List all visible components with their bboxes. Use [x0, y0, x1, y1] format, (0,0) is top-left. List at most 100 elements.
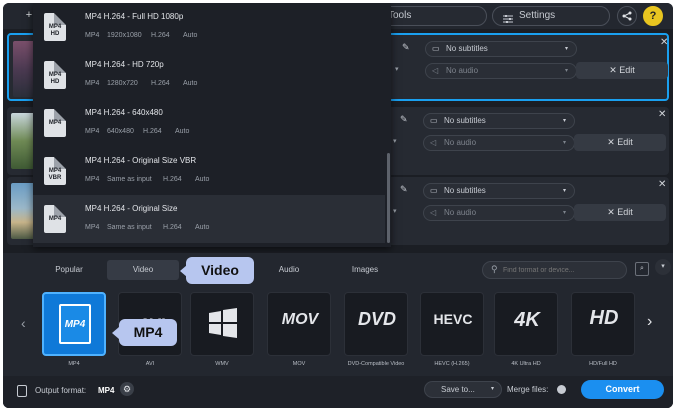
- merge-files-toggle[interactable]: [557, 385, 566, 394]
- help-icon[interactable]: ?: [643, 6, 663, 26]
- edit-button[interactable]: ✕ Edit: [574, 134, 666, 151]
- share-icon[interactable]: [617, 6, 637, 26]
- speech-bubble-icon: ▭: [430, 186, 438, 195]
- preset-bitrate: Auto: [195, 176, 210, 183]
- settings-button[interactable]: Settings: [492, 6, 610, 26]
- subtitles-select[interactable]: ▭ No subtitles ▾: [423, 183, 575, 199]
- format-logo: HEVC: [433, 311, 473, 327]
- subtitles-select[interactable]: ▭ No subtitles ▾: [425, 41, 577, 57]
- dropdown-scrollbar[interactable]: [387, 153, 390, 243]
- audio-value: No audio: [444, 138, 477, 147]
- mp4-file-icon: MP4 VBR: [44, 157, 66, 185]
- app-window: + Tools Settings ? ✎ ▭ No subtitles ▾ ◁ …: [3, 3, 673, 408]
- chevron-down-icon[interactable]: ▾: [393, 207, 397, 215]
- callout-mp4: MP4: [119, 319, 177, 346]
- preset-name: MP4 H.264 - HD 720p: [85, 60, 164, 69]
- footer-bar: Output format: MP4 ⚙ Save to... ▾ Merge …: [3, 376, 673, 408]
- callout-video: Video: [186, 257, 254, 284]
- format-logo: DVD: [357, 309, 396, 329]
- merge-files-label: Merge files:: [507, 385, 549, 394]
- tab-video[interactable]: Video: [107, 260, 179, 280]
- edit-label: Edit: [619, 65, 635, 75]
- save-to-label: Save to...: [441, 385, 475, 394]
- windows-logo-icon: [207, 307, 239, 339]
- chevron-down-icon: ▾: [562, 140, 566, 146]
- format-search-input[interactable]: [503, 264, 621, 276]
- format-tile-4k[interactable]: 4K: [494, 292, 558, 356]
- subtitles-value: No subtitles: [446, 44, 488, 53]
- format-logo: 4K: [514, 309, 540, 331]
- subtitles-value: No subtitles: [444, 116, 486, 125]
- remove-file-icon[interactable]: ✕: [658, 179, 666, 190]
- edit-label: Edit: [617, 207, 633, 217]
- gear-icon[interactable]: ⚙: [120, 382, 134, 396]
- preset-item[interactable]: MP4 VBR MP4 H.264 - Original Size VBR MP…: [33, 147, 385, 195]
- chevron-down-icon: ▾: [490, 386, 494, 392]
- sliders-icon: [503, 12, 513, 23]
- preset-name: MP4 H.264 - Original Size VBR: [85, 156, 197, 165]
- preset-resolution: Same as input: [107, 224, 152, 231]
- preset-item-selected[interactable]: MP4 MP4 H.264 - Original Size MP4 Same a…: [33, 195, 385, 243]
- format-tile-hevc[interactable]: HEVC: [420, 292, 484, 356]
- audio-select[interactable]: ◁ No audio ▾: [425, 63, 577, 79]
- format-logo: MP4: [64, 319, 86, 330]
- format-tile-mov[interactable]: MOV: [267, 292, 331, 356]
- speaker-icon: ◁: [430, 138, 437, 147]
- format-tile-wmv[interactable]: [190, 292, 254, 356]
- output-format-label: Output format:: [35, 386, 87, 395]
- preset-resolution: 1280x720: [107, 80, 138, 87]
- edit-button[interactable]: ✕ Edit: [576, 62, 668, 79]
- audio-value: No audio: [446, 66, 479, 75]
- preset-bitrate: Auto: [183, 80, 198, 87]
- mp4-file-icon: MP4 HD: [44, 61, 66, 89]
- format-tile-mp4[interactable]: MP4: [42, 292, 106, 356]
- settings-label: Settings: [519, 10, 556, 21]
- preset-item[interactable]: MP4 HD MP4 H.264 - HD 720p MP4 1280x720 …: [33, 51, 385, 99]
- tab-images[interactable]: Images: [329, 260, 401, 280]
- pencil-icon[interactable]: ✎: [400, 184, 408, 195]
- chevron-down-icon: ▾: [564, 68, 568, 74]
- speaker-icon: ◁: [430, 208, 437, 217]
- preset-bitrate: Auto: [195, 224, 210, 231]
- format-tile-dvd[interactable]: DVD: [344, 292, 408, 356]
- audio-select[interactable]: ◁ No audio ▾: [423, 205, 575, 221]
- output-file-icon: [17, 385, 27, 397]
- chevron-down-icon[interactable]: ▾: [393, 137, 397, 145]
- tab-popular[interactable]: Popular: [33, 260, 105, 280]
- preset-item[interactable]: MP4 HD MP4 H.264 - Full HD 1080p MP4 192…: [33, 3, 385, 51]
- remove-file-icon[interactable]: ✕: [658, 109, 666, 120]
- preset-codec: H.264: [163, 224, 182, 231]
- chevron-down-icon: ▾: [562, 188, 566, 194]
- format-search[interactable]: ⚲: [482, 261, 627, 279]
- preset-item[interactable]: MP4 MP4 H.264 - 640x480 MP4 640x480 H.26…: [33, 99, 385, 147]
- pencil-icon[interactable]: ✎: [400, 114, 408, 125]
- search-icon: ⚲: [491, 264, 498, 274]
- preset-container: MP4: [85, 176, 100, 183]
- edit-button[interactable]: ✕ Edit: [574, 204, 666, 221]
- preset-codec: H.264: [151, 32, 170, 39]
- device-detect-icon[interactable]: ⌕: [635, 262, 649, 276]
- scroll-right-icon[interactable]: ›: [647, 313, 652, 331]
- format-panel: Popular Video Audio Images ⚲ ⌕ ▾ ‹ › MP4…: [3, 253, 673, 408]
- preset-container: MP4: [85, 32, 100, 39]
- preset-codec: H.264: [163, 176, 182, 183]
- audio-select[interactable]: ◁ No audio ▾: [423, 135, 575, 151]
- callout-pointer: [180, 265, 187, 277]
- format-logo: HD: [589, 307, 619, 329]
- remove-file-icon[interactable]: ✕: [660, 37, 668, 48]
- format-tile-hd[interactable]: HD: [571, 292, 635, 356]
- edit-label: Edit: [617, 137, 633, 147]
- preset-container: MP4: [85, 80, 100, 87]
- save-to-button[interactable]: Save to... ▾: [424, 381, 502, 398]
- wrench-icon: ✕: [607, 207, 615, 217]
- subtitles-select[interactable]: ▭ No subtitles ▾: [423, 113, 575, 129]
- scroll-left-icon[interactable]: ‹: [21, 315, 26, 331]
- preset-resolution: 640x480: [107, 128, 134, 135]
- chevron-down-icon[interactable]: ▾: [395, 65, 399, 73]
- pencil-icon[interactable]: ✎: [402, 42, 410, 53]
- tab-audio[interactable]: Audio: [253, 260, 325, 280]
- chevron-down-icon: ▾: [562, 118, 566, 124]
- convert-button[interactable]: Convert: [581, 380, 664, 399]
- collapse-panel-icon[interactable]: ▾: [655, 259, 671, 275]
- preset-resolution: 1920x1080: [107, 32, 142, 39]
